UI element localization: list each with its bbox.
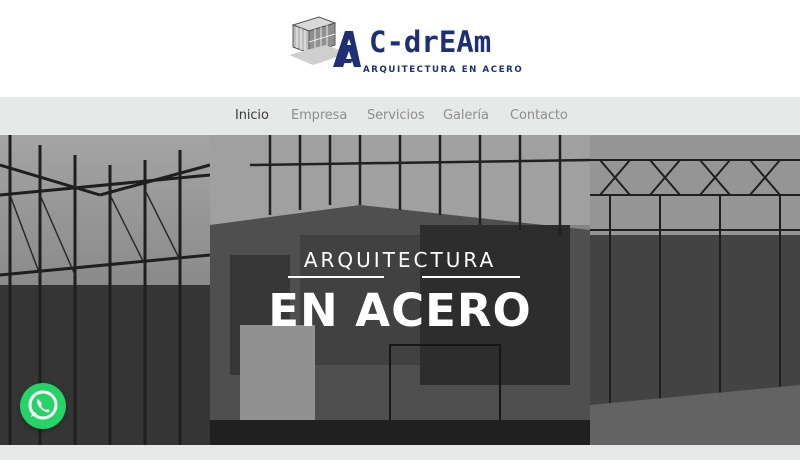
hero-divider-left: [288, 276, 384, 278]
nav-item-contacto[interactable]: Contacto: [510, 108, 568, 123]
nav-item-inicio[interactable]: Inicio: [235, 108, 269, 123]
hero-title: EN ACERO: [268, 284, 532, 337]
whatsapp-icon: [28, 390, 58, 420]
page: C-drEAm ARQUITECTURA EN ACERO Inicio Emp…: [0, 0, 800, 460]
hero-subtitle: ARQUITECTURA: [303, 248, 497, 272]
nav-item-galeria[interactable]: Galería: [443, 108, 489, 123]
logo-name: C-drEAm: [369, 25, 492, 59]
logo-building-icon: [289, 16, 361, 67]
site-header: C-drEAm ARQUITECTURA EN ACERO: [0, 0, 800, 97]
nav-item-empresa[interactable]: Empresa: [291, 108, 347, 123]
nav-item-servicios[interactable]: Servicios: [367, 108, 425, 123]
logo-tagline: ARQUITECTURA EN ACERO: [363, 65, 524, 75]
hero-divider-right: [422, 276, 520, 278]
main-nav: Inicio Empresa Servicios Galería Contact…: [0, 97, 800, 135]
hero-banner: ARQUITECTURA EN ACERO: [0, 135, 800, 445]
logo[interactable]: C-drEAm ARQUITECTURA EN ACERO: [289, 15, 522, 77]
whatsapp-button[interactable]: [20, 383, 66, 429]
footer-strip: [0, 445, 800, 460]
